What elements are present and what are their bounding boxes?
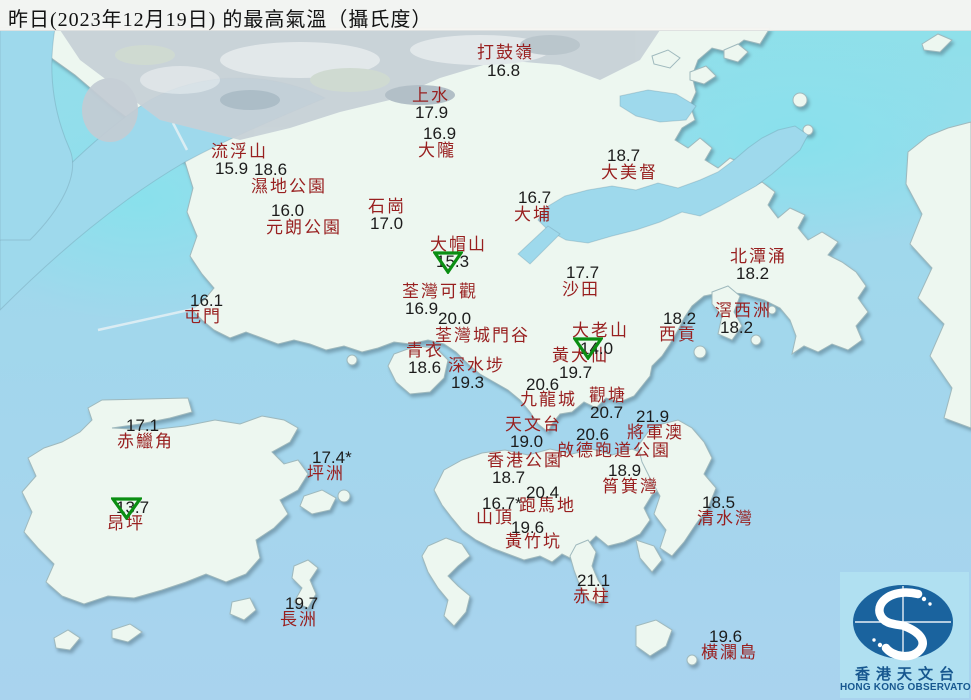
station-name: 元朗公園: [266, 218, 342, 237]
station-value: 18.9: [608, 461, 642, 480]
sharp-island: [693, 345, 707, 359]
weather-map-screen: 打鼓嶺 16.8 上水 17.9 大隴 16.9 流浮山 15.9 濕地公園 18.6 元朗公園 16…: [0, 0, 971, 700]
station-name: 青衣: [406, 341, 444, 360]
station-value: 19.0: [510, 432, 544, 451]
station-name: 天文台: [505, 415, 562, 434]
station-value: 21.9: [636, 407, 670, 426]
station-value: 19.6: [709, 627, 743, 646]
station-name: 赤柱: [573, 587, 611, 606]
hko-logo-icon: [853, 585, 953, 661]
station-value: 18.5: [702, 493, 736, 512]
ma-wan-island: [346, 354, 358, 366]
station-name: 赤鱲角: [117, 432, 174, 451]
hko-logo-zh-text: 香港天文台: [854, 667, 960, 683]
station-name: 清水灣: [697, 509, 754, 528]
tap-mun-island: [792, 92, 808, 108]
station-value: 18.2: [736, 264, 770, 283]
station-value: 18.6: [254, 160, 288, 179]
station-name: 大隴: [418, 141, 456, 160]
station-name: 香港公園: [487, 451, 563, 470]
station-name: 北潭涌: [730, 247, 787, 266]
station-value: 20.6: [576, 425, 610, 444]
hong-kong-map: [0, 0, 971, 700]
station-name: 觀塘: [589, 386, 627, 405]
station-name: 西貢: [659, 325, 697, 344]
station-value: 19.7: [285, 594, 319, 613]
min-temp-triangle-icon: [433, 251, 463, 274]
station-value: 18.6: [408, 358, 442, 377]
station-name: 上水: [412, 86, 450, 105]
station-name: 濕地公園: [251, 177, 327, 196]
station-value: 16.9: [423, 124, 457, 143]
station-value: 18.2: [720, 318, 754, 337]
title-band: 昨日(2023年12月19日) 的最高氣溫（攝氏度）: [0, 0, 971, 31]
min-temp-triangle-icon: [111, 497, 142, 520]
station-value: 16.8: [487, 61, 521, 80]
station-value: 18.7: [607, 146, 641, 165]
hko-logo-en-text: HONG KONG OBSERVATORY: [840, 682, 971, 693]
station-name: 橫瀾島: [701, 643, 758, 662]
station-value: 17.0: [370, 214, 404, 233]
station-value: 21.1: [577, 571, 611, 590]
station-value: 16.0: [271, 201, 305, 220]
waglan-islet: [686, 654, 698, 666]
station-value: 18.2: [663, 309, 697, 328]
station-value: 15.9: [215, 159, 249, 178]
station-value: 17.7: [566, 263, 600, 282]
station-value: 20.0: [438, 309, 472, 328]
station-name: 大美督: [601, 163, 658, 182]
station-value: 17.4*: [312, 448, 352, 467]
station-name: 打鼓嶺: [477, 43, 534, 62]
station-name: 荃灣城門谷: [435, 326, 530, 345]
small-island: [337, 489, 351, 503]
station-name: 大埔: [514, 205, 552, 224]
station-value: 17.1: [126, 416, 160, 435]
station-value: 20.7: [590, 403, 624, 422]
station-name: 深水埗: [448, 356, 505, 375]
station-name: 長洲: [280, 610, 318, 629]
page-title: 昨日(2023年12月19日) 的最高氣溫（攝氏度）: [8, 9, 433, 31]
station-value: 16.1: [190, 291, 224, 310]
station-value: 20.4: [526, 483, 560, 502]
hko-logo: 香港天文台 HONG KONG OBSERVATORY: [840, 572, 971, 698]
station-name: 屯門: [184, 307, 222, 326]
station-name: 流浮山: [211, 142, 268, 161]
min-temp-triangle-icon: [573, 337, 603, 360]
station-value: 16.9: [405, 299, 439, 318]
station-name: 筲箕灣: [602, 477, 659, 496]
station-value: 19.7: [559, 363, 593, 382]
station-name: 啟德跑道公園: [557, 441, 671, 460]
station-name: 荃灣可觀: [402, 282, 478, 301]
station-value: 19.3: [451, 373, 485, 392]
station-value: 16.7: [518, 188, 552, 207]
station-value: 17.9: [415, 103, 449, 122]
station-name: 將軍澳: [627, 423, 684, 442]
station-name: 沙田: [562, 280, 600, 299]
station-name: 石崗: [368, 197, 406, 216]
station-value: 20.6: [526, 375, 560, 394]
station-name: 滘西洲: [715, 301, 772, 320]
station-value: 19.6: [511, 518, 545, 537]
station-value: 16.7*: [482, 494, 522, 513]
station-value: 18.7: [492, 468, 526, 487]
station-name: 坪洲: [307, 464, 345, 483]
